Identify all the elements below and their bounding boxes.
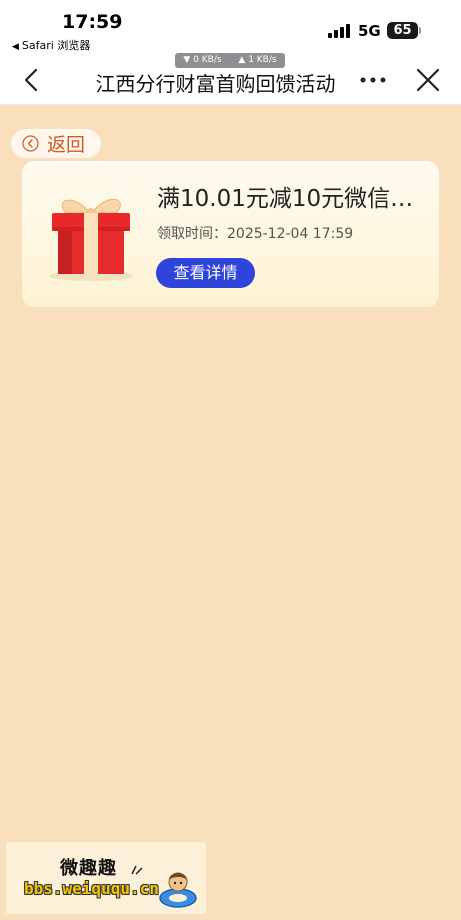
upload-speed: ▲ 1 KB/s — [238, 55, 277, 65]
sparkle-icon — [131, 865, 143, 875]
page-title: 江西分行财富首购回馈活动 — [95, 72, 336, 96]
return-label: 返回 — [47, 134, 86, 156]
coupon-title: 满10.01元减10元微信… — [157, 186, 414, 212]
chevron-left-icon[interactable] — [18, 66, 46, 94]
more-dots-icon[interactable] — [358, 66, 388, 94]
back-triangle-icon: ◀ — [12, 42, 19, 52]
return-button[interactable]: 返回 — [11, 129, 101, 158]
status-bar: 17:59 ◀ Safari 浏览器 5G 65 — [0, 0, 461, 56]
network-type: 5G — [358, 22, 381, 40]
mascot-swim-ring-icon — [159, 872, 197, 908]
battery-level: 65 — [393, 23, 412, 38]
claim-time: 领取时间：2025-12-04 17:59 — [157, 226, 354, 242]
watermark-title: 微趣趣 — [60, 858, 117, 879]
close-icon[interactable] — [414, 66, 442, 94]
view-details-button[interactable]: 查看详情 — [156, 258, 255, 288]
back-app-label: Safari 浏览器 — [21, 39, 91, 52]
watermark-url: bbs.weiququ.cn — [24, 879, 159, 898]
circle-chevron-left-icon — [22, 135, 39, 152]
battery-cap — [419, 27, 421, 34]
battery-icon: 65 — [387, 22, 418, 39]
download-speed: ▼ 0 KB/s — [183, 55, 222, 65]
network-speed-indicator: ▼ 0 KB/s ▲ 1 KB/s — [175, 53, 285, 68]
status-time: 17:59 — [62, 11, 123, 33]
gift-box-icon — [49, 198, 133, 281]
watermark: 微趣趣 bbs.weiququ.cn — [6, 842, 206, 914]
coupon-card: 满10.01元减10元微信… 领取时间：2025-12-04 17:59 查看详… — [22, 161, 439, 307]
back-to-app-link[interactable]: ◀ Safari 浏览器 — [12, 37, 90, 53]
signal-icon — [328, 23, 350, 38]
